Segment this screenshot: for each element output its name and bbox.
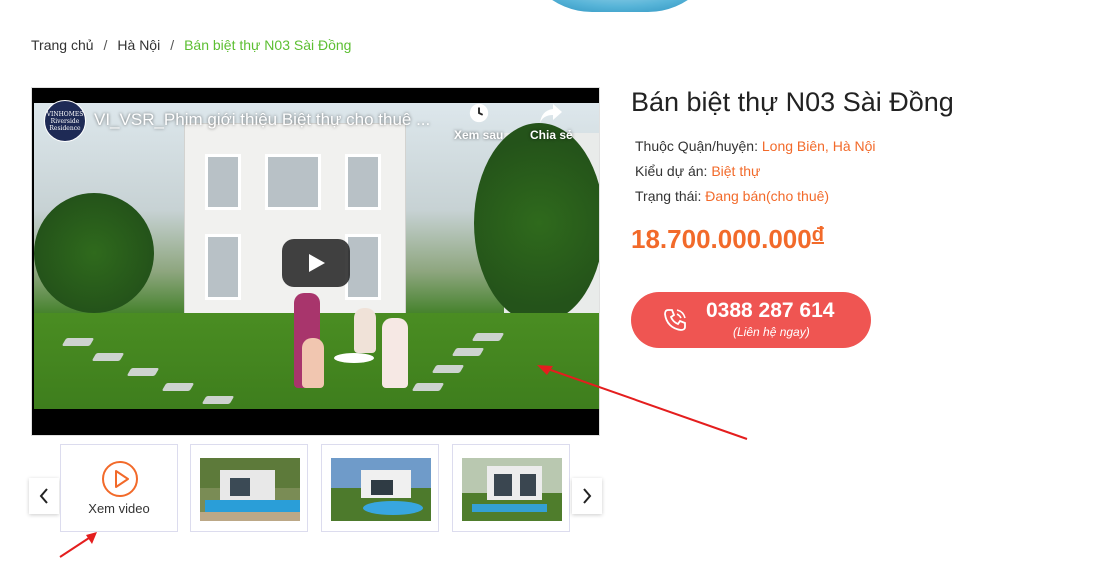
annotation-arrow-video xyxy=(537,365,748,440)
annotation-arrows xyxy=(59,365,748,558)
annotation-arrow-thumbnail xyxy=(59,532,97,558)
